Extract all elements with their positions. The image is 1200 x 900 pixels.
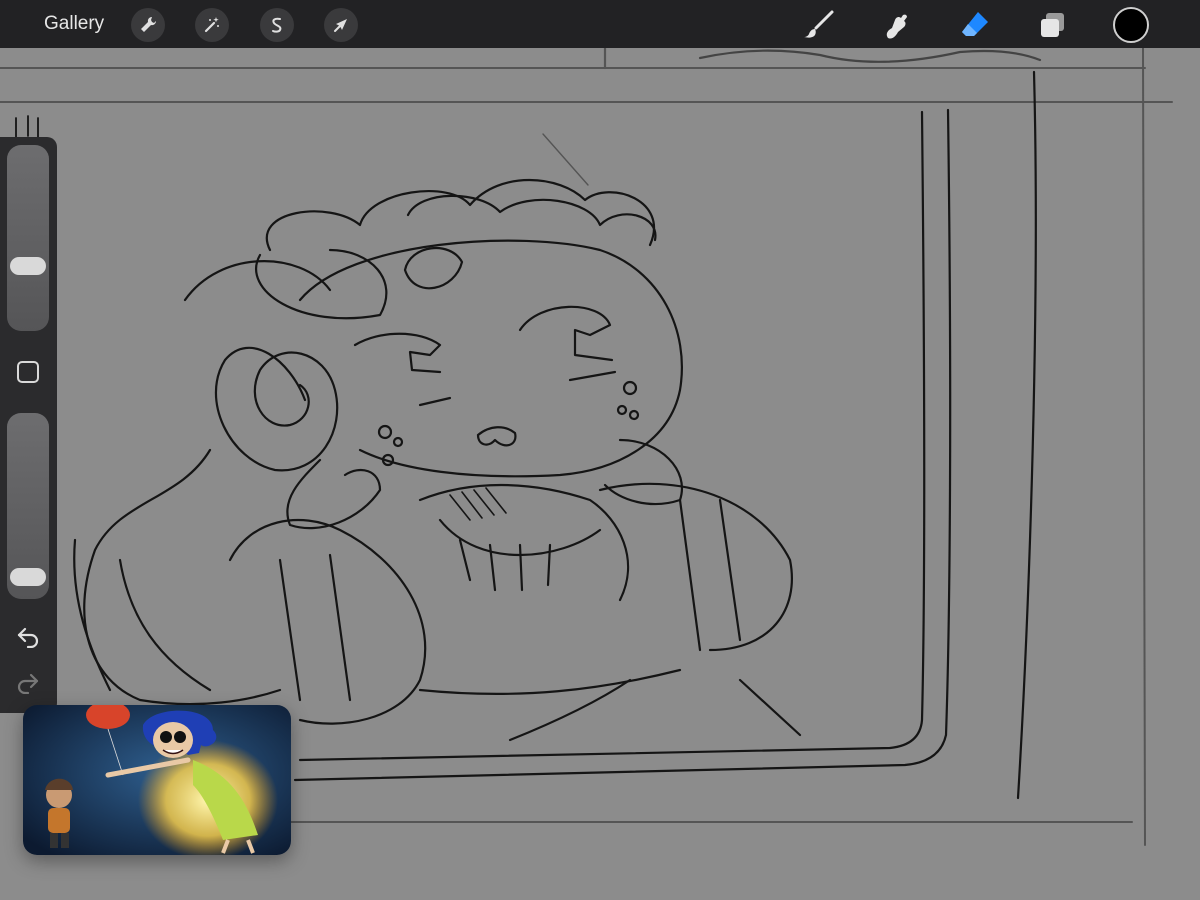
picture-in-picture-video[interactable] <box>23 705 291 855</box>
layers-tool[interactable] <box>1034 6 1072 44</box>
undo-button[interactable] <box>14 625 42 649</box>
transform-button[interactable] <box>324 8 358 42</box>
brush-size-thumb[interactable] <box>10 256 46 275</box>
layers-icon <box>1041 13 1064 37</box>
side-toolbar <box>0 137 57 713</box>
adjustments-button[interactable] <box>195 8 229 42</box>
opacity-thumb[interactable] <box>10 568 46 587</box>
brush-icon <box>804 10 834 38</box>
modify-button[interactable] <box>17 361 39 383</box>
magic-wand-icon <box>204 17 219 33</box>
eraser-icon <box>962 12 988 36</box>
smudge-tool[interactable] <box>878 6 916 44</box>
video-thumbnail <box>23 705 291 855</box>
redo-button[interactable] <box>14 671 42 695</box>
redo-icon <box>17 673 39 694</box>
undo-icon <box>17 627 39 648</box>
transform-arrow-icon <box>334 19 347 32</box>
selection-button[interactable] <box>260 8 294 42</box>
brush-tool[interactable] <box>800 6 838 44</box>
color-swatch[interactable] <box>1113 7 1149 43</box>
smudge-icon <box>886 14 907 39</box>
gallery-button[interactable]: Gallery <box>44 13 104 35</box>
brush-size-slider[interactable] <box>7 145 49 331</box>
actions-button[interactable] <box>131 8 165 42</box>
opacity-slider[interactable] <box>7 413 49 599</box>
top-toolbar: Gallery <box>0 0 1200 48</box>
wrench-icon <box>141 16 157 32</box>
selection-icon <box>272 17 282 33</box>
eraser-tool[interactable] <box>956 6 994 44</box>
